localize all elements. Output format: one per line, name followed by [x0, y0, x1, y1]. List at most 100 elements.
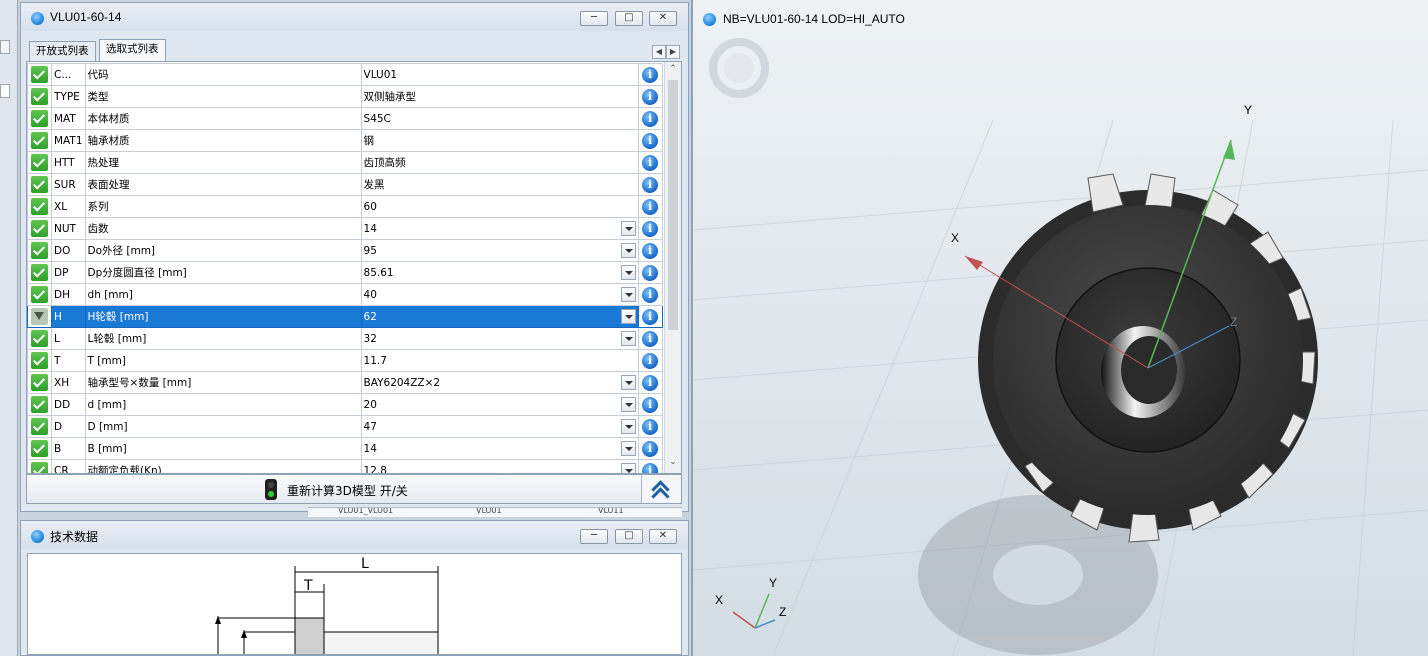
check-icon[interactable] [31, 242, 48, 259]
param-value[interactable]: 32 [360, 327, 639, 350]
param-row[interactable]: XH 轴承型号×数量 [mm] BAY6204ZZ×2 i [27, 371, 663, 394]
param-row[interactable]: DD d [mm] 20 i [27, 393, 663, 416]
minimize-icon[interactable]: ─ [580, 529, 608, 544]
info-cell[interactable]: i [637, 349, 663, 372]
dropdown-icon[interactable] [620, 243, 636, 258]
param-value[interactable]: 14 [360, 437, 639, 460]
info-cell[interactable]: i [637, 239, 663, 262]
info-icon[interactable]: i [642, 66, 659, 83]
row-state-cell[interactable] [27, 371, 52, 394]
param-row[interactable]: DP Dp分度圆直径 [mm] 85.61 i [27, 261, 663, 284]
param-row[interactable]: MAT1 轴承材质钢 i [27, 129, 663, 152]
info-cell[interactable]: i [637, 327, 663, 350]
param-value[interactable]: 发黑 [360, 173, 639, 196]
info-icon[interactable]: i [642, 220, 659, 237]
tab-left-arrow-icon[interactable]: ◀ [652, 45, 666, 59]
param-row[interactable]: SUR 表面处理 发黑 i [27, 173, 663, 196]
info-cell[interactable]: i [637, 217, 663, 240]
row-state-cell[interactable] [27, 327, 52, 350]
info-cell[interactable]: i [637, 151, 663, 174]
param-row[interactable]: TT [mm] 11.7 i [27, 349, 663, 372]
info-icon[interactable]: i [642, 330, 659, 347]
maximize-icon[interactable]: □ [615, 11, 643, 26]
check-icon[interactable] [31, 396, 48, 413]
info-cell[interactable]: i [637, 459, 663, 473]
3d-viewport[interactable]: NB=VLU01-60-14 LOD=HI_AUTO Y X Z X Y Z [691, 0, 1428, 656]
dropdown-icon[interactable] [620, 419, 636, 434]
row-state-cell[interactable] [27, 195, 52, 218]
info-icon[interactable]: i [642, 132, 659, 149]
param-value[interactable]: 双侧轴承型 [360, 85, 639, 108]
left-panel-scroll[interactable] [0, 40, 10, 54]
table-scrollbar[interactable]: ⌃ ⌄ [664, 62, 681, 473]
check-icon[interactable] [31, 374, 48, 391]
info-cell[interactable]: i [637, 85, 663, 108]
dropdown-icon[interactable] [620, 265, 636, 280]
param-value[interactable]: 11.7 [360, 349, 639, 372]
info-cell[interactable]: i [637, 129, 663, 152]
row-state-cell[interactable] [27, 437, 52, 460]
dropdown-icon[interactable] [620, 309, 636, 324]
check-icon[interactable] [31, 352, 48, 369]
param-row[interactable]: HTT 热处理 齿顶高频 i [27, 151, 663, 174]
info-icon[interactable]: i [642, 308, 659, 325]
view-cube-ring[interactable] [709, 38, 769, 98]
scroll-down-icon[interactable]: ⌄ [665, 457, 681, 471]
info-cell[interactable]: i [637, 437, 663, 460]
param-row[interactable]: DH dh [mm] 40 i [27, 283, 663, 306]
param-value[interactable]: 20 [360, 393, 639, 416]
row-state-cell[interactable] [27, 349, 52, 372]
info-cell[interactable]: i [637, 283, 663, 306]
scroll-up-icon[interactable]: ⌃ [665, 64, 681, 78]
check-icon[interactable] [31, 286, 48, 303]
info-icon[interactable]: i [642, 176, 659, 193]
info-cell[interactable]: i [637, 371, 663, 394]
param-row[interactable]: DD [mm] 47 i [27, 415, 663, 438]
row-state-cell[interactable] [27, 261, 52, 284]
param-row[interactable]: NUT 齿数 14 i [27, 217, 663, 240]
info-icon[interactable]: i [642, 374, 659, 391]
info-icon[interactable]: i [642, 154, 659, 171]
dropdown-icon[interactable] [620, 441, 636, 456]
param-value[interactable]: 85.61 [360, 261, 639, 284]
info-icon[interactable]: i [642, 88, 659, 105]
check-icon[interactable] [31, 110, 48, 127]
minimize-icon[interactable]: ─ [580, 11, 608, 26]
param-value[interactable]: 14 [360, 217, 639, 240]
row-state-cell[interactable] [27, 283, 52, 306]
scroll-thumb[interactable] [668, 80, 678, 330]
info-icon[interactable]: i [642, 396, 659, 413]
info-cell[interactable]: i [637, 393, 663, 416]
check-icon[interactable] [31, 66, 48, 83]
row-state-cell[interactable] [27, 107, 52, 130]
row-state-cell[interactable] [27, 217, 52, 240]
close-icon[interactable]: ✕ [649, 11, 677, 26]
dropdown-icon[interactable] [620, 221, 636, 236]
dropdown-icon[interactable] [620, 287, 636, 302]
param-value[interactable]: 95 [360, 239, 639, 262]
row-state-cell[interactable] [27, 459, 52, 473]
param-value[interactable]: 12.8 [360, 459, 639, 473]
check-icon[interactable] [31, 418, 48, 435]
dropdown-icon[interactable] [620, 331, 636, 346]
info-icon[interactable]: i [642, 462, 659, 473]
recalc-bar[interactable]: 重新计算3D模型 开/关 [26, 474, 682, 504]
tab-right-arrow-icon[interactable]: ▶ [666, 45, 680, 59]
param-row[interactable]: MAT 本体材质 S45C i [27, 107, 663, 130]
maximize-icon[interactable]: □ [615, 529, 643, 544]
tab-select-list[interactable]: 选取式列表 [99, 39, 166, 61]
row-state-cell[interactable] [27, 85, 52, 108]
check-icon[interactable] [31, 440, 48, 457]
info-icon[interactable]: i [642, 418, 659, 435]
row-state-cell[interactable] [27, 393, 52, 416]
info-icon[interactable]: i [642, 440, 659, 457]
dropdown-icon[interactable] [620, 397, 636, 412]
row-state-cell[interactable] [27, 63, 52, 86]
param-value[interactable]: 钢 [360, 129, 639, 152]
info-cell[interactable]: i [637, 415, 663, 438]
param-value[interactable]: 齿顶高频 [360, 151, 639, 174]
param-row[interactable]: DO Do外径 [mm] 95 i [27, 239, 663, 262]
param-value[interactable]: 47 [360, 415, 639, 438]
info-cell[interactable]: i [637, 261, 663, 284]
info-cell[interactable]: i [637, 195, 663, 218]
